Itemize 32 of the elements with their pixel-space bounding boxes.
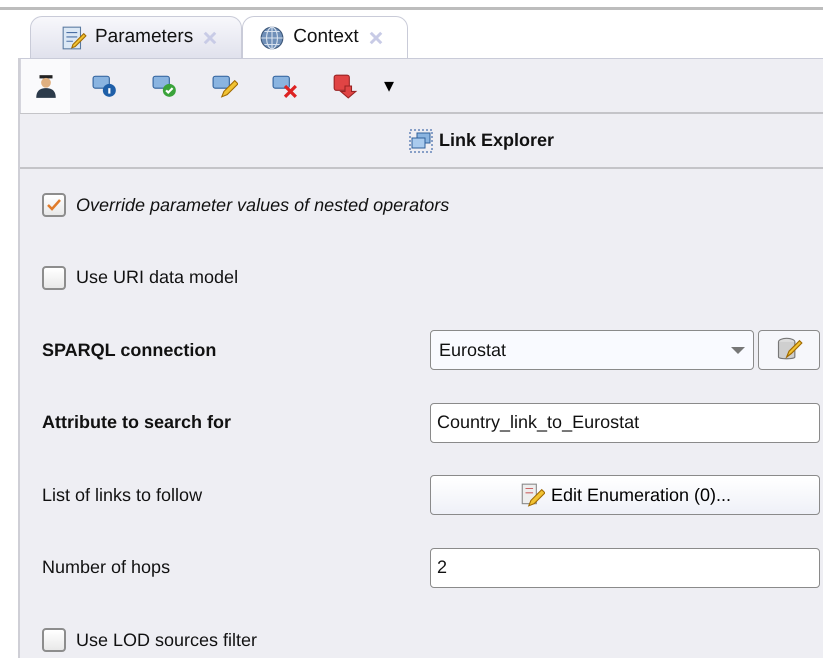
edit-enumeration-button[interactable]: Edit Enumeration (0)... [430, 475, 820, 516]
dropdown-field[interactable]: Eurostat [430, 330, 754, 370]
notepad-icon [518, 482, 545, 508]
pencil-icon [212, 72, 238, 98]
parameter-label: Attribute to search for [41, 411, 232, 434]
form-icon [61, 24, 87, 50]
input-field[interactable]: 2 [430, 548, 820, 588]
checkbox[interactable] [42, 266, 66, 290]
checkbox-label: Use URI data model [76, 266, 238, 290]
checkbox-label: Override parameter values of nested operators [76, 194, 450, 217]
checkbox[interactable] [42, 193, 66, 218]
tab[interactable]: Parameters [30, 16, 242, 58]
export-icon [332, 72, 358, 98]
dropdown-button[interactable]: ▾ [380, 76, 398, 96]
info-icon [92, 72, 118, 98]
parameter-label: List of links to follow [41, 484, 204, 507]
toolbar-button[interactable] [20, 58, 70, 112]
windows-icon [408, 128, 433, 152]
check-icon [152, 72, 178, 98]
caret-icon [731, 346, 745, 354]
input-field[interactable]: Country_link_to_Eurostat [430, 402, 820, 443]
panel-title: Link Explorer [438, 129, 554, 152]
tab[interactable]: Context [242, 16, 408, 58]
globe-icon [259, 24, 286, 50]
parameter-label: Number of hops [41, 556, 172, 580]
database-edit-button[interactable] [758, 330, 820, 370]
delete-icon [272, 72, 298, 98]
close-icon [201, 28, 220, 46]
close-icon [366, 28, 385, 46]
checkbox[interactable] [42, 628, 66, 652]
parameter-label: SPARQL connection [41, 338, 218, 362]
checkbox-label: Use LOD sources filter [76, 628, 258, 652]
